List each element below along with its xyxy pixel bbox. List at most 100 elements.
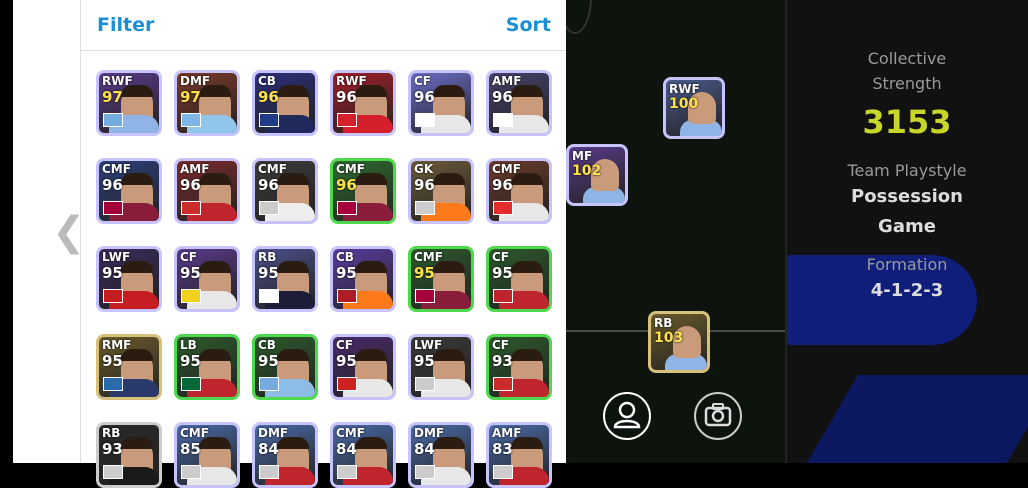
player-card[interactable]: CMF 95 [408, 246, 474, 312]
filter-button[interactable]: Filter [97, 14, 154, 36]
profile-button[interactable] [603, 392, 651, 440]
player-rating: 96 [258, 176, 279, 194]
player-card[interactable]: DMF 84 [252, 422, 318, 488]
flag-icon [415, 465, 435, 479]
player-rating: 85 [180, 440, 201, 458]
player-position: CMF [180, 426, 209, 440]
flag-icon [259, 465, 279, 479]
flag-icon [415, 201, 435, 215]
player-card[interactable]: CB 96 [252, 70, 318, 136]
left-strip: ❮ [0, 0, 86, 463]
player-rating: 97 [102, 88, 123, 106]
player-card[interactable]: CF 96 [408, 70, 474, 136]
flag-icon [103, 113, 123, 127]
player-position: CMF [492, 162, 521, 176]
flag-icon [181, 377, 201, 391]
player-rating: 97 [180, 88, 201, 106]
player-position: CB [258, 338, 276, 352]
player-card[interactable]: CB 95 [330, 246, 396, 312]
collective-strength-label-line1: Collective [867, 49, 947, 68]
player-card[interactable]: LWF 95 [96, 246, 162, 312]
player-card[interactable]: RB 95 [252, 246, 318, 312]
flag-icon [337, 113, 357, 127]
player-position: DMF [414, 426, 445, 440]
player-card[interactable]: RWF 96 [330, 70, 396, 136]
player-position: GK [414, 162, 434, 176]
player-card[interactable]: CMF 96 [252, 158, 318, 224]
player-position: CMF [336, 426, 365, 440]
flag-icon [337, 201, 357, 215]
player-rating: 93 [102, 440, 123, 458]
flag-icon [415, 377, 435, 391]
player-card[interactable]: LWF 95 [408, 334, 474, 400]
player-rating: 96 [492, 88, 513, 106]
player-hair [511, 261, 543, 273]
player-rating: 96 [258, 88, 279, 106]
player-card[interactable]: CMF 96 [330, 158, 396, 224]
player-card[interactable]: CMF 84 [330, 422, 396, 488]
player-card[interactable]: CF 95 [486, 246, 552, 312]
team-playstyle-value-line2: Game [878, 216, 936, 237]
sort-button[interactable]: Sort [506, 14, 551, 36]
player-position: CMF [414, 250, 443, 264]
player-position: CF [492, 338, 510, 352]
pitch-player-card[interactable]: MF 102 [566, 144, 628, 206]
flag-icon [337, 377, 357, 391]
squad-area: Collective Strength 3153 Team Playstyle … [566, 0, 1028, 463]
player-rating: 96 [102, 176, 123, 194]
player-position: DMF [180, 74, 211, 88]
camera-button[interactable] [694, 392, 742, 440]
player-position: RWF [336, 74, 367, 88]
player-card[interactable]: DMF 84 [408, 422, 474, 488]
player-position: RMF [102, 338, 132, 352]
pitch-player-card[interactable]: RWF 100 [663, 77, 725, 139]
player-rating: 95 [414, 352, 435, 370]
player-card[interactable]: GK 96 [408, 158, 474, 224]
player-card[interactable]: AMF 96 [174, 158, 240, 224]
flag-icon [181, 113, 201, 127]
player-position: LB [180, 338, 197, 352]
player-card[interactable]: CMF 96 [96, 158, 162, 224]
player-rating: 84 [258, 440, 279, 458]
player-rating: 95 [336, 264, 357, 282]
player-card[interactable]: AMF 96 [486, 70, 552, 136]
flag-icon [337, 289, 357, 303]
flag-icon [493, 377, 513, 391]
player-card[interactable]: RB 93 [96, 422, 162, 488]
player-rating: 96 [414, 176, 435, 194]
pitch-marking [566, 0, 592, 34]
player-position: AMF [180, 162, 210, 176]
player-rating: 95 [258, 352, 279, 370]
player-card[interactable]: CF 95 [174, 246, 240, 312]
player-position: CF [414, 74, 432, 88]
pitch-player-card[interactable]: RB 103 [648, 311, 710, 373]
player-position: AMF [492, 74, 522, 88]
player-card[interactable]: CF 95 [330, 334, 396, 400]
player-card[interactable]: RWF 97 [96, 70, 162, 136]
pitch [566, 0, 786, 463]
player-position: CMF [258, 162, 287, 176]
player-rating: 96 [492, 176, 513, 194]
team-playstyle-value-line1: Possession [851, 186, 963, 207]
player-card[interactable]: CF 93 [486, 334, 552, 400]
player-card[interactable]: CB 95 [252, 334, 318, 400]
flag-icon [259, 377, 279, 391]
player-card[interactable]: CMF 96 [486, 158, 552, 224]
player-card[interactable]: DMF 97 [174, 70, 240, 136]
player-card[interactable]: LB 95 [174, 334, 240, 400]
player-hair [277, 349, 309, 361]
player-hair [433, 85, 465, 97]
player-position: CF [492, 250, 510, 264]
flag-icon [493, 201, 513, 215]
player-rating: 96 [336, 176, 357, 194]
flag-icon [493, 465, 513, 479]
formation-label: Formation [866, 255, 948, 274]
flag-icon [181, 201, 201, 215]
player-position: CMF [102, 162, 131, 176]
player-position: CMF [336, 162, 365, 176]
player-card[interactable]: RMF 95 [96, 334, 162, 400]
player-rating: 103 [654, 330, 684, 346]
player-position: AMF [492, 426, 522, 440]
player-card[interactable]: CMF 85 [174, 422, 240, 488]
player-card[interactable]: AMF 83 [486, 422, 552, 488]
